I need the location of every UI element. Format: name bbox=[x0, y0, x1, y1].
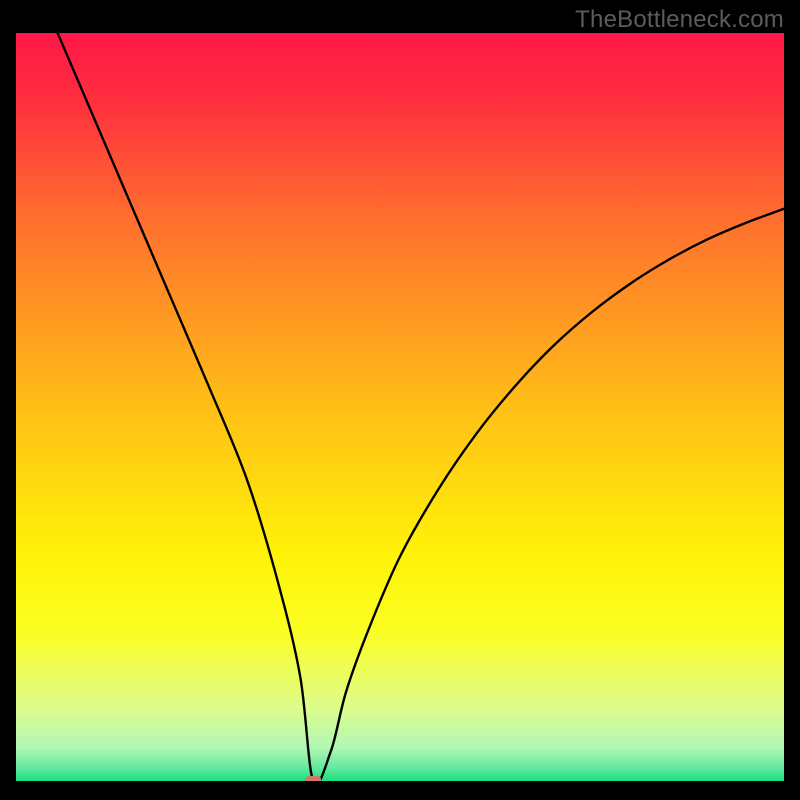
plot-background bbox=[16, 33, 784, 781]
plot-frame bbox=[16, 33, 784, 781]
chart-container: TheBottleneck.com bbox=[0, 0, 800, 800]
optimum-marker bbox=[305, 776, 321, 781]
plot-svg bbox=[16, 33, 784, 781]
attribution-watermark: TheBottleneck.com bbox=[575, 6, 784, 34]
